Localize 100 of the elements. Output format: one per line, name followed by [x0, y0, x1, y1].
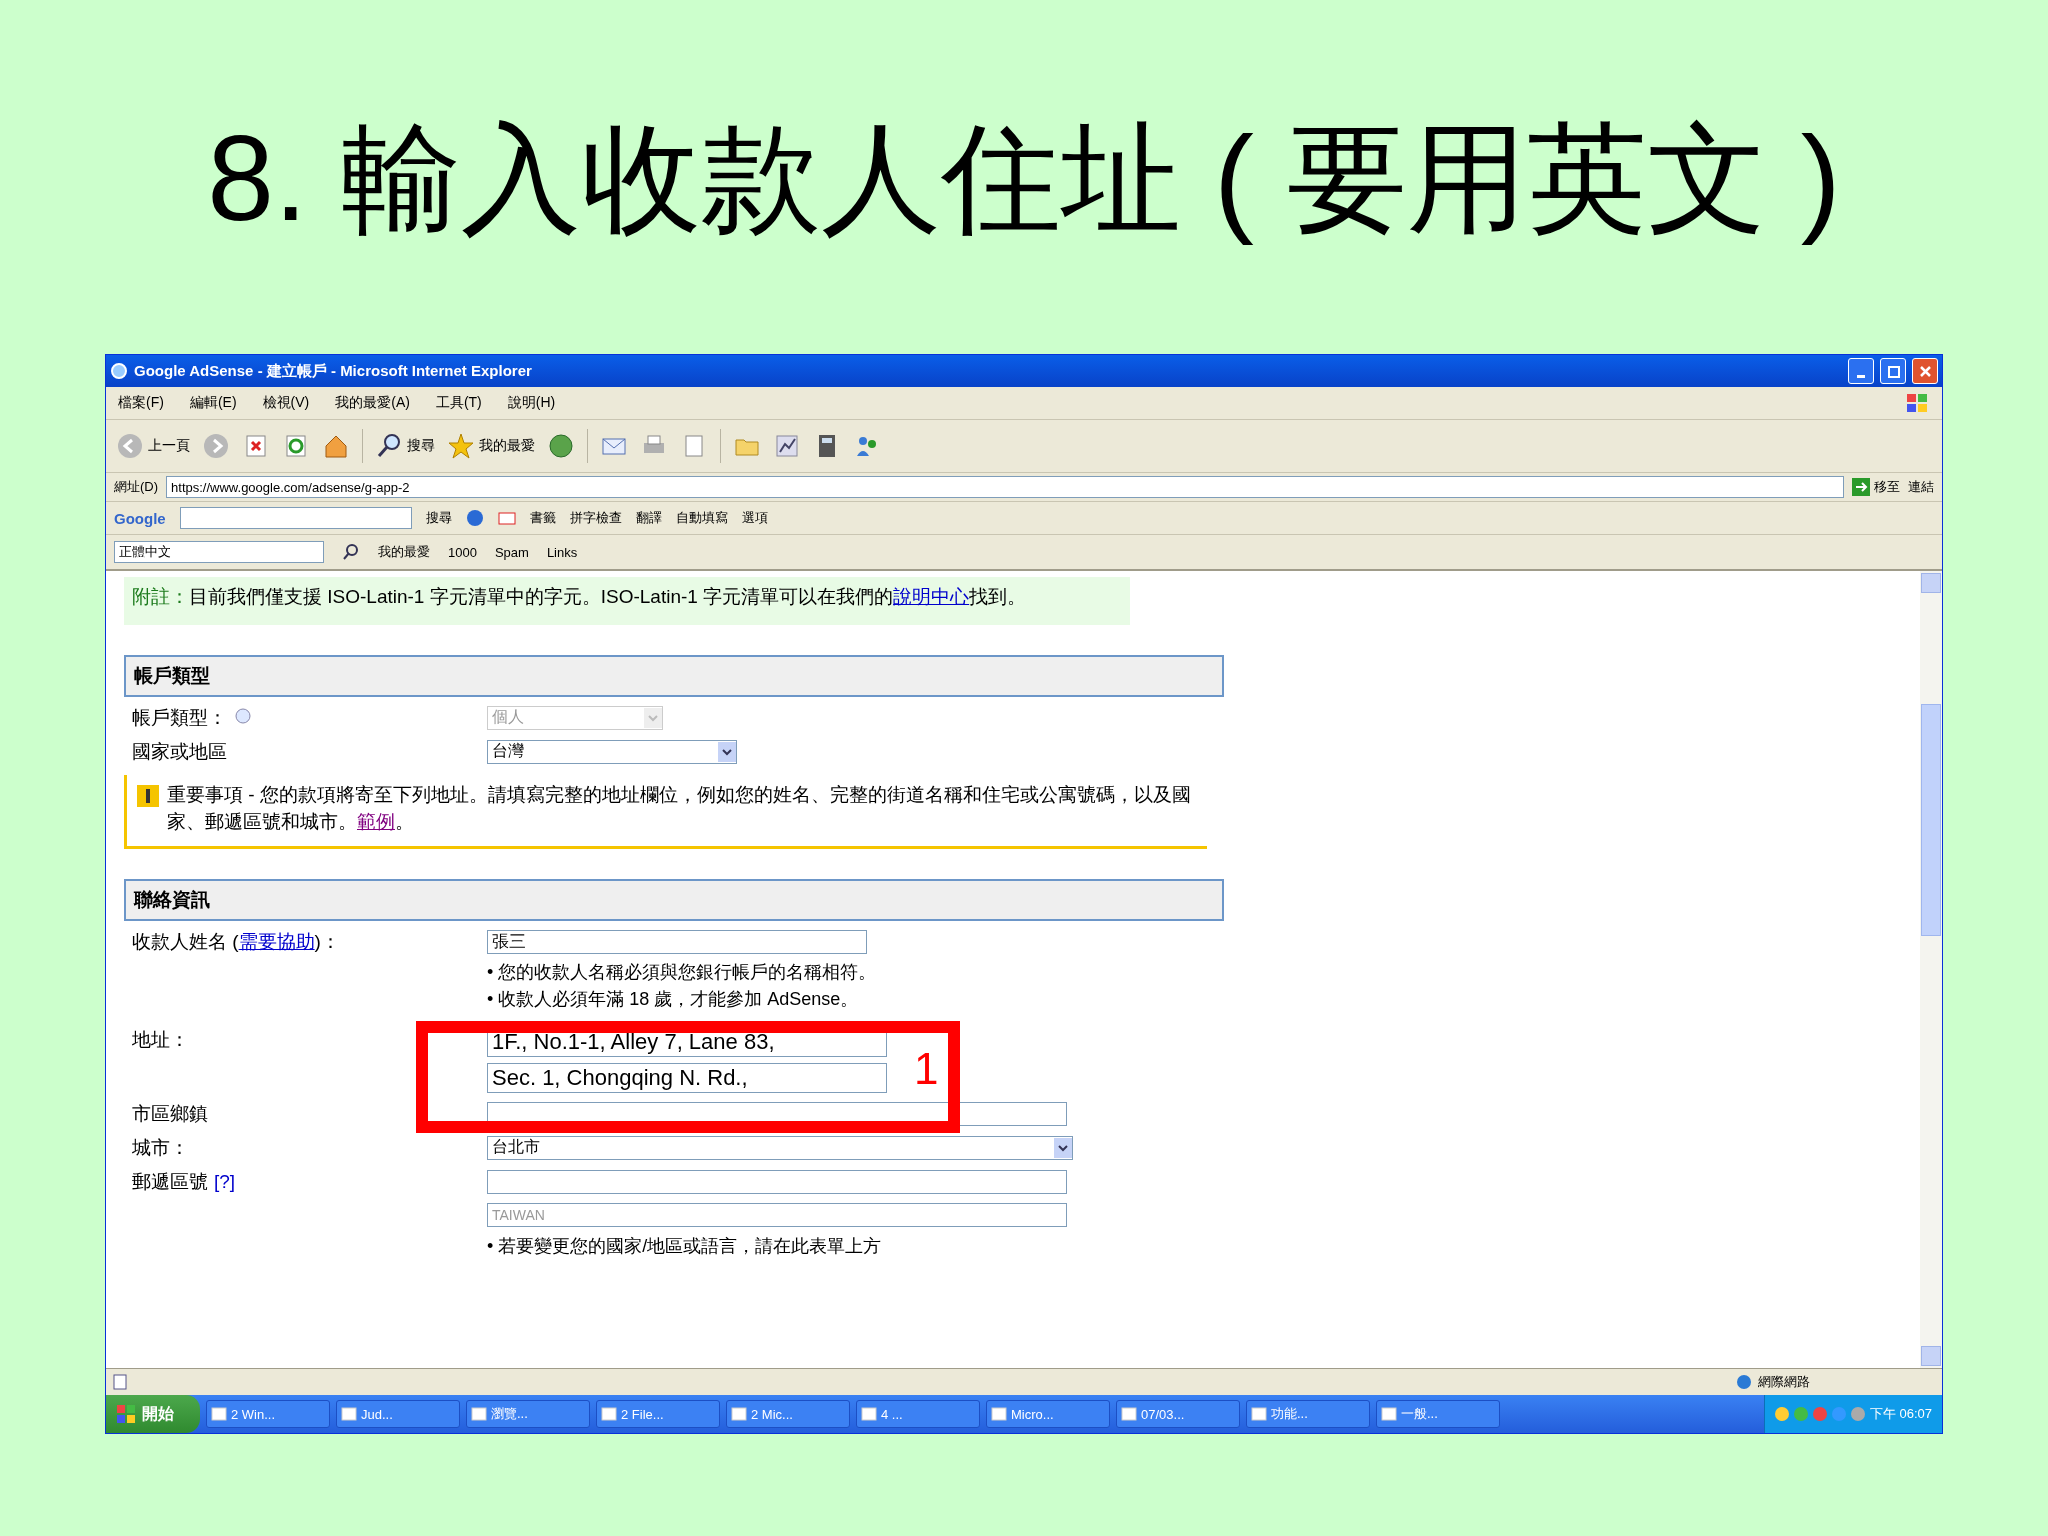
note-text: 附註：目前我們僅支援 ISO-Latin-1 字元清單中的字元。ISO-Latin-1 字元清單可以在我們的說明中心找到。	[124, 577, 1130, 625]
help-link[interactable]: 需要協助	[238, 930, 315, 952]
example-link[interactable]: 範例	[357, 811, 395, 833]
mail-icon[interactable]	[497, 509, 516, 527]
hint-text: • 收款人必須年滿 18 歲，才能參加 AdSense。	[487, 987, 860, 1011]
search-field[interactable]	[179, 507, 412, 529]
hint-text: • 若要變更您的國家/地區或語言，請在此表單上方	[487, 1234, 883, 1258]
taskbar-button[interactable]: Jud...	[336, 1400, 460, 1428]
window-icon[interactable]	[731, 1406, 747, 1422]
field-label: 地址：	[131, 1027, 190, 1052]
help-icon[interactable]	[235, 707, 251, 724]
close-button[interactable]	[1912, 358, 1938, 384]
minimize-button[interactable]	[1848, 358, 1874, 384]
window-icon[interactable]	[341, 1406, 357, 1422]
window-icon[interactable]	[1121, 1406, 1137, 1422]
hint-text: • 您的收款人名稱必須與您銀行帳戶的名稱相符。	[487, 960, 878, 984]
scrollbar[interactable]	[1920, 571, 1942, 1368]
menu-item[interactable]: 我的最愛(A)	[335, 394, 410, 412]
taskbar-button[interactable]: 瀏覽...	[466, 1400, 590, 1428]
taskbar-button[interactable]: 2 File...	[596, 1400, 720, 1428]
payee-name-field[interactable]: 張三	[487, 929, 867, 954]
start-button[interactable]: 開始	[106, 1395, 200, 1433]
taskbar-button[interactable]: Micro...	[986, 1400, 1110, 1428]
field-label: 帳戶類型：	[132, 706, 227, 728]
address-label: 網址(D)	[114, 478, 159, 496]
clock: 下午 06:07	[1869, 1405, 1932, 1423]
go-icon[interactable]	[1852, 478, 1870, 496]
taskbar-button[interactable]: 一般...	[1376, 1400, 1500, 1428]
google-logo: Google	[114, 509, 166, 527]
taskbar-button[interactable]: 07/03...	[1116, 1400, 1240, 1428]
browser-icon	[110, 362, 128, 380]
address-field[interactable]: https://www.google.com/adsense/g-app-2	[166, 476, 1844, 498]
menu-item[interactable]: 檢視(V)	[262, 394, 310, 412]
section-header: 聯絡資訊	[124, 878, 1224, 921]
caret-icon	[644, 707, 662, 728]
help-link[interactable]: 說明中心	[893, 586, 970, 607]
toolbar-item[interactable]: 書籤	[529, 509, 556, 527]
maximize-icon[interactable]	[1885, 363, 1901, 379]
taskbar-button[interactable]: 2 Mic...	[726, 1400, 850, 1428]
search-button[interactable]: 搜尋	[375, 432, 435, 460]
section-header: 帳戶類型	[124, 654, 1224, 697]
maximize-button[interactable]	[1880, 358, 1906, 384]
toolbar-item[interactable]: 選項	[741, 509, 768, 527]
window-icon[interactable]	[601, 1406, 617, 1422]
globe-icon	[1736, 1374, 1752, 1390]
taskbar-button[interactable]: 4 ...	[856, 1400, 980, 1428]
window-icon[interactable]	[1381, 1406, 1397, 1422]
window-icon[interactable]	[991, 1406, 1007, 1422]
windows-logo-icon	[1904, 391, 1930, 415]
menu-item[interactable]: 編輯(E)	[189, 394, 237, 412]
taskbar-button[interactable]: 功能...	[1246, 1400, 1370, 1428]
menu-item[interactable]: 工具(T)	[435, 394, 482, 412]
star-icon[interactable]	[447, 432, 475, 460]
field-label: 城市：	[131, 1135, 190, 1160]
links-label[interactable]: 連結	[1908, 478, 1934, 496]
toolbar-field[interactable]: 正體中文	[114, 541, 324, 563]
window-icon[interactable]	[211, 1406, 227, 1422]
caret-icon	[1054, 1137, 1072, 1158]
toolbar-item[interactable]: Spam	[494, 544, 529, 560]
search-button[interactable]: 搜尋	[425, 509, 452, 527]
field-label: 收款人姓名 (需要協助)：	[131, 929, 341, 954]
postal-code-field[interactable]	[487, 1169, 1067, 1194]
country-field: TAIWAN	[487, 1202, 1067, 1227]
window-icon[interactable]	[861, 1406, 877, 1422]
close-icon[interactable]	[1917, 363, 1933, 379]
globe-icon[interactable]	[547, 432, 575, 460]
tray-icon[interactable]	[1774, 1407, 1789, 1421]
city-select[interactable]: 台北市	[487, 1135, 1073, 1160]
toolbar-item[interactable]: 翻譯	[635, 509, 662, 527]
page-icon	[112, 1374, 128, 1390]
back-arrow-button[interactable]: 上一頁	[116, 432, 190, 460]
taskbar-button[interactable]: 2 Win...	[206, 1400, 330, 1428]
toolbar-item[interactable]: 自動填寫	[675, 509, 728, 527]
status-text: 網際網路	[1758, 1373, 1810, 1391]
warning-icon	[137, 784, 159, 807]
toolbar-item[interactable]: 我的最愛	[378, 543, 430, 561]
toolbar-item[interactable]: 拼字檢查	[569, 509, 622, 527]
country-select[interactable]: 台灣	[487, 739, 737, 764]
chart-icon[interactable]	[773, 432, 801, 460]
toolbar-item[interactable]: 1000	[448, 544, 477, 560]
warning-text: 重要事項 - 您的款項將寄至下列地址。請填寫完整的地址欄位，例如您的姓名、完整的街道名稱和住宅或公寓號碼，以及國家、郵遞區號和城市。範例。	[167, 782, 1192, 835]
search-icon[interactable]	[342, 543, 360, 561]
address-field[interactable]: Sec. 1, Chongqing N. Rd.,	[487, 1062, 887, 1093]
search-icon[interactable]	[375, 432, 403, 460]
menu-item[interactable]: 檔案(F)	[118, 394, 164, 412]
field-label: 郵遞區號	[132, 1170, 208, 1192]
callout-number: 1	[914, 1046, 939, 1091]
windows-logo-icon[interactable]	[116, 1404, 136, 1424]
window-icon[interactable]	[1251, 1406, 1267, 1422]
go-button[interactable]: 移至	[1852, 478, 1900, 496]
menu-item[interactable]: 說明(H)	[507, 394, 556, 412]
field-label: 市區鄉鎮	[131, 1101, 209, 1126]
star-button[interactable]: 我的最愛	[447, 432, 535, 460]
window-title: Google AdSense - 建立帳戶 - Microsoft Internet Explorer	[134, 361, 533, 381]
slide-title: 8. 輸入收款人住址 ( 要用英文 )	[207, 110, 1841, 247]
help-link[interactable]: [?]	[214, 1170, 236, 1192]
window-icon[interactable]	[471, 1406, 487, 1422]
toolbar-item[interactable]: Links	[546, 544, 578, 560]
caret-icon	[718, 741, 736, 762]
globe-icon[interactable]	[465, 509, 484, 527]
